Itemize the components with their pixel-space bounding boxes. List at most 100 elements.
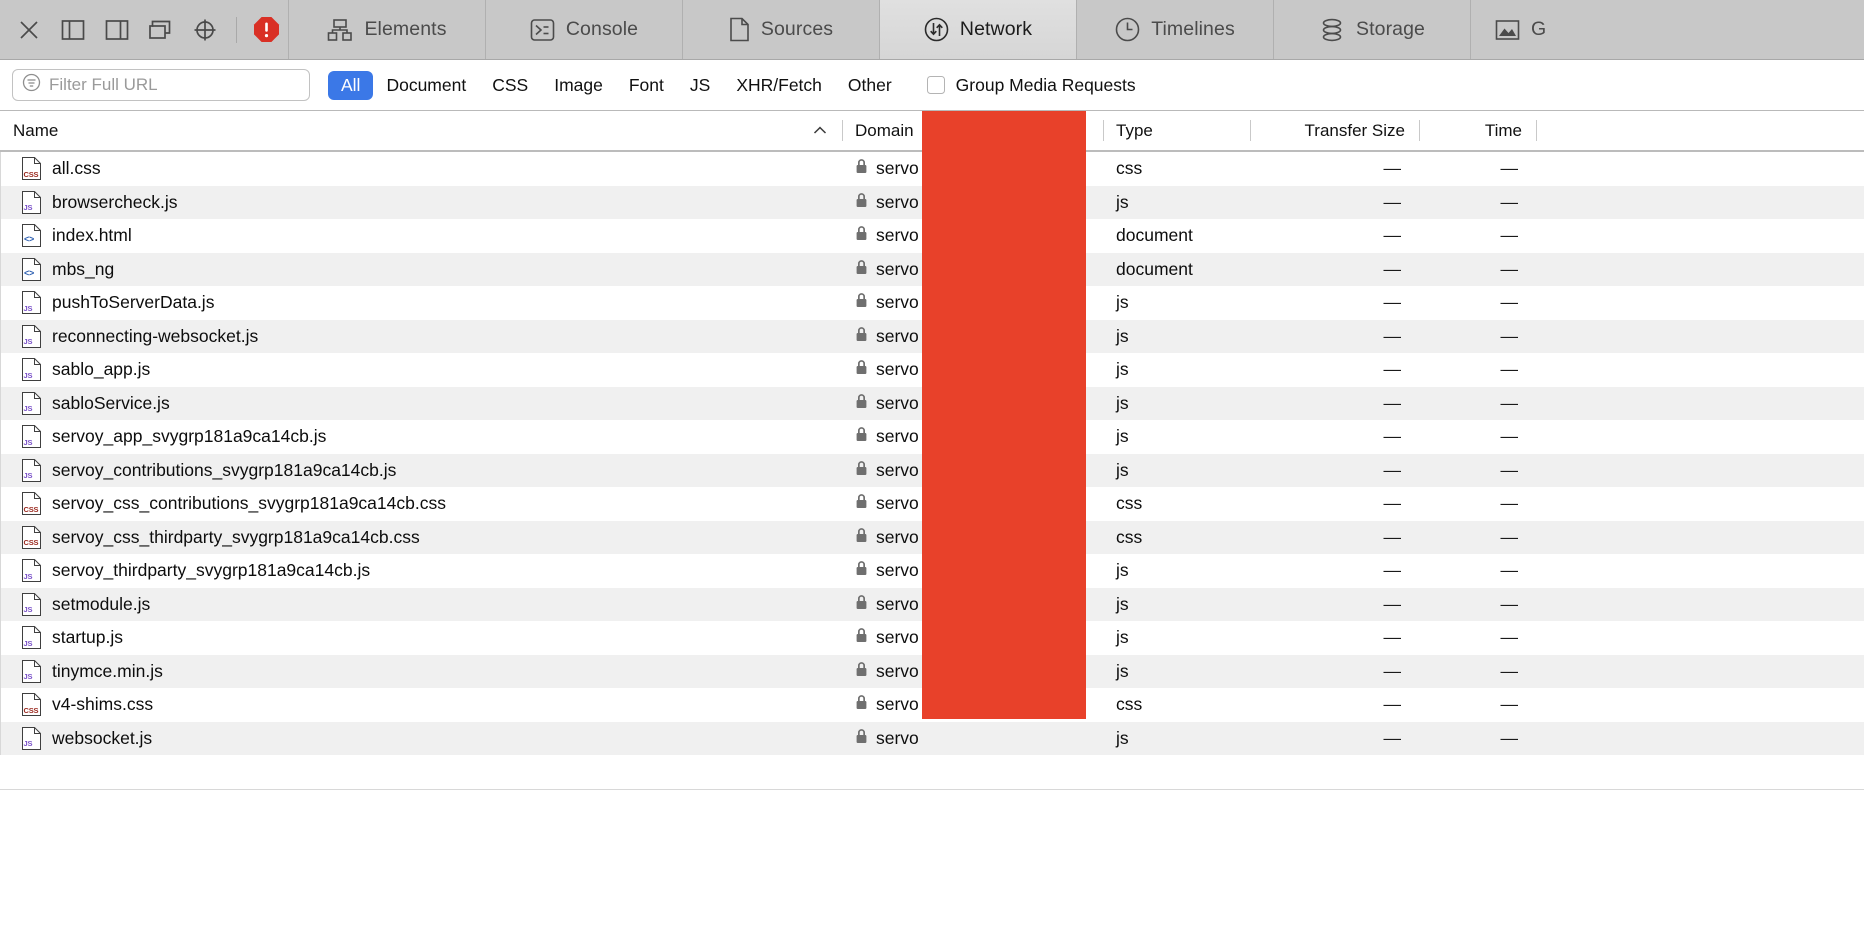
close-icon[interactable] [14, 15, 44, 45]
network-arrows-icon [924, 17, 949, 42]
table-row[interactable]: CSS all.css servo css — — [0, 152, 1864, 186]
cell-transfer-size: — [1250, 253, 1419, 287]
domain-text: servo [876, 727, 919, 748]
table-row[interactable]: JS servoy_app_svygrp181a9ca14cb.js servo js… [0, 420, 1864, 454]
table-row[interactable]: JS websocket.js servo js — — [0, 721, 1864, 756]
cell-time: — [1419, 688, 1536, 722]
scope-all[interactable]: All [328, 70, 374, 100]
tab-elements[interactable]: Elements [289, 0, 486, 59]
cell-time: — [1419, 219, 1536, 253]
lock-icon [855, 694, 868, 715]
error-badge-icon[interactable] [253, 16, 280, 43]
cell-spacer [1536, 454, 1864, 488]
column-header-type[interactable]: Type [1103, 111, 1250, 150]
console-prompt-icon [530, 18, 555, 42]
resource-name: mbs_ng [52, 258, 115, 279]
file-document-icon: <> [22, 257, 41, 281]
undock-window-icon[interactable] [146, 15, 176, 45]
table-row[interactable]: JS tinymce.min.js servo js — — [0, 654, 1864, 688]
tab-network[interactable]: Network [880, 0, 1077, 59]
tab-label: Elements [364, 18, 447, 40]
scope-xhr-fetch[interactable]: XHR/Fetch [723, 71, 835, 100]
cell-time: — [1419, 387, 1536, 421]
column-header-name[interactable]: Name [0, 111, 842, 150]
cell-name: JS startup.js [10, 621, 842, 655]
table-row[interactable]: JS reconnecting-websocket.js servo js — — [0, 319, 1864, 354]
domain-text: servo [876, 158, 919, 179]
type-text: document [1116, 258, 1193, 279]
dock-left-icon[interactable] [58, 15, 88, 45]
cell-type: css [1103, 487, 1250, 521]
cell-time: — [1419, 353, 1536, 387]
resource-name: servoy_contributions_svygrp181a9ca14cb.j… [52, 459, 397, 480]
table-row[interactable]: JS sabloService.js servo js — — [0, 386, 1864, 421]
table-row[interactable]: JS servoy_contributions_svygrp181a9ca14cb… [0, 453, 1864, 488]
column-header-transfer-size[interactable]: Transfer Size [1250, 111, 1419, 150]
file-js-icon: JS [22, 592, 41, 616]
filter-funnel-icon [22, 73, 41, 97]
cell-spacer [1536, 588, 1864, 622]
table-row[interactable]: JS setmodule.js servo js — — [0, 587, 1864, 622]
cell-name: JS pushToServerData.js [10, 286, 842, 320]
scope-image[interactable]: Image [541, 71, 616, 100]
column-header-time[interactable]: Time [1419, 111, 1536, 150]
column-header-domain[interactable]: Domain [842, 111, 1103, 150]
cell-time: — [1419, 286, 1536, 320]
cell-domain: servo [842, 420, 1103, 454]
cell-name: JS servoy_thirdparty_svygrp181a9ca14cb.js [10, 554, 842, 588]
tab-graphics[interactable]: G [1471, 0, 1546, 59]
cell-time: — [1419, 320, 1536, 354]
domain-text: servo [876, 225, 919, 246]
search-input-wrapper[interactable] [12, 69, 310, 101]
row-gutter [0, 688, 10, 722]
inspector-tab-bar: Elements Console Sources Network Timelin… [289, 0, 1864, 59]
cell-type: js [1103, 420, 1250, 454]
table-row[interactable]: JS browsercheck.js servo js — — [0, 185, 1864, 219]
lock-icon [855, 326, 868, 347]
scope-document[interactable]: Document [373, 71, 479, 100]
lock-icon [855, 259, 868, 280]
table-row[interactable]: CSS servoy_css_thirdparty_svygrp181a9ca14… [0, 520, 1864, 555]
lock-icon [855, 493, 868, 514]
tab-console[interactable]: Console [486, 0, 683, 59]
scope-font[interactable]: Font [616, 71, 677, 100]
time-text: — [1500, 191, 1519, 212]
resource-name: servoy_app_svygrp181a9ca14cb.js [52, 426, 327, 447]
cell-type: css [1103, 521, 1250, 555]
cell-name: JS websocket.js [10, 722, 842, 756]
cell-name: CSS v4-shims.css [10, 688, 842, 722]
table-row[interactable]: JS sablo_app.js servo js — — [0, 353, 1864, 387]
time-text: — [1500, 493, 1519, 514]
transfer-size-text: — [1383, 526, 1402, 547]
lock-icon [855, 158, 868, 179]
table-row[interactable]: CSS v4-shims.css servo css — — [0, 688, 1864, 722]
element-selector-icon[interactable] [190, 15, 220, 45]
table-row[interactable]: <> mbs_ng servo document — — [0, 252, 1864, 287]
type-text: js [1116, 727, 1129, 748]
table-row[interactable]: CSS servoy_css_contributions_svygrp181a9c… [0, 487, 1864, 521]
time-text: — [1500, 359, 1519, 380]
group-media-requests-checkbox[interactable] [926, 76, 945, 94]
graphics-image-icon [1495, 19, 1520, 41]
type-text: js [1116, 359, 1129, 380]
cell-type: js [1103, 588, 1250, 622]
table-row[interactable]: JS pushToServerData.js servo js — — [0, 286, 1864, 320]
group-media-requests-control[interactable]: Group Media Requests [926, 75, 1136, 96]
transfer-size-text: — [1383, 493, 1402, 514]
cell-transfer-size: — [1250, 286, 1419, 320]
cell-spacer [1536, 253, 1864, 287]
tab-sources[interactable]: Sources [683, 0, 880, 59]
domain-text: servo [876, 560, 919, 581]
search-input[interactable] [49, 75, 300, 95]
table-row[interactable]: <> index.html servo document — — [0, 219, 1864, 253]
tab-timelines[interactable]: Timelines [1077, 0, 1274, 59]
dock-right-icon[interactable] [102, 15, 132, 45]
scope-other[interactable]: Other [835, 71, 905, 100]
table-row[interactable]: JS startup.js servo js — — [0, 621, 1864, 655]
table-row[interactable]: JS servoy_thirdparty_svygrp181a9ca14cb.js… [0, 554, 1864, 588]
cell-transfer-size: — [1250, 521, 1419, 555]
scope-js[interactable]: JS [677, 71, 723, 100]
tab-storage[interactable]: Storage [1274, 0, 1471, 59]
tab-label: Sources [760, 18, 834, 40]
scope-css[interactable]: CSS [479, 71, 541, 100]
